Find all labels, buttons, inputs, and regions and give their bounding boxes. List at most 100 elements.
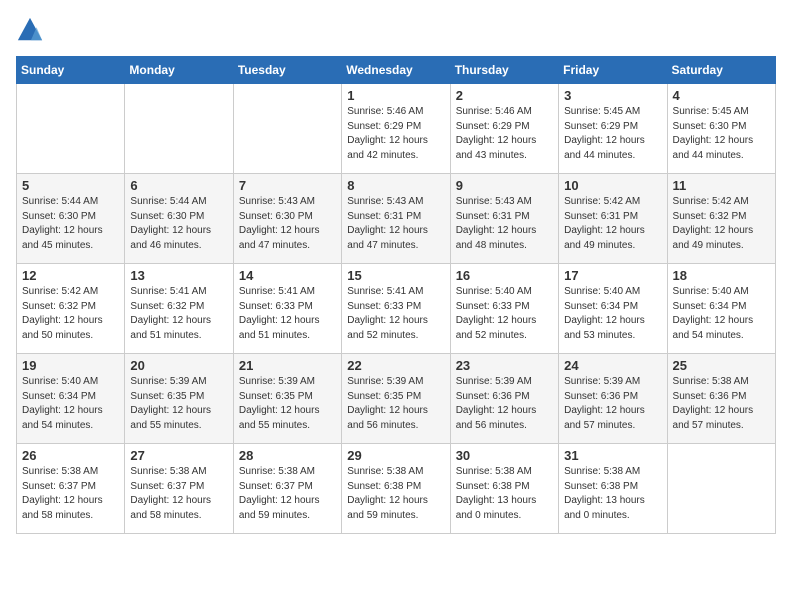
col-header-sunday: Sunday (17, 57, 125, 84)
day-number: 21 (239, 358, 336, 373)
col-header-monday: Monday (125, 57, 233, 84)
calendar-cell: 11 Sunrise: 5:42 AM Sunset: 6:32 PM Dayli… (667, 174, 775, 264)
calendar-cell: 9Sunrise: 5:43 AM Sunset: 6:31 PM Daylig… (450, 174, 558, 264)
day-number: 7 (239, 178, 336, 193)
day-number: 8 (347, 178, 444, 193)
calendar-cell: 23 Sunrise: 5:39 AM Sunset: 6:36 PM Dayli… (450, 354, 558, 444)
day-number: 30 (456, 448, 553, 463)
day-number: 11 (673, 178, 770, 193)
calendar-cell: 13Sunrise: 5:41 AM Sunset: 6:32 PM Dayli… (125, 264, 233, 354)
calendar-cell: 24 Sunrise: 5:39 AM Sunset: 6:36 PM Dayli… (559, 354, 667, 444)
calendar-cell: 17 Sunrise: 5:40 AM Sunset: 6:34 PM Dayli… (559, 264, 667, 354)
calendar-cell: 18 Sunrise: 5:40 AM Sunset: 6:34 PM Dayli… (667, 264, 775, 354)
cell-info: Sunrise: 5:40 AM Sunset: 6:34 PM Dayligh… (673, 285, 770, 343)
cell-info: Sunrise: 5:44 AM Sunset: 6:30 PM Dayligh… (130, 195, 227, 253)
day-number: 2 (456, 88, 553, 103)
calendar-cell: 26Sunrise: 5:38 AM Sunset: 6:37 PM Dayli… (17, 444, 125, 534)
day-number: 24 (564, 358, 661, 373)
cell-info: Sunrise: 5:38 AM Sunset: 6:37 PM Dayligh… (239, 465, 336, 523)
cell-info: Sunrise: 5:39 AM Sunset: 6:36 PM Dayligh… (456, 375, 553, 433)
calendar-cell: 28 Sunrise: 5:38 AM Sunset: 6:37 PM Dayli… (233, 444, 341, 534)
cell-info: Sunrise: 5:40 AM Sunset: 6:34 PM Dayligh… (22, 375, 119, 433)
cell-info: Sunrise: 5:41 AM Sunset: 6:32 PM Dayligh… (130, 285, 227, 343)
cell-info: Sunrise: 5:39 AM Sunset: 6:35 PM Dayligh… (239, 375, 336, 433)
day-number: 1 (347, 88, 444, 103)
cell-info: Sunrise: 5:46 AM Sunset: 6:29 PM Dayligh… (347, 105, 444, 163)
day-number: 12 (22, 268, 119, 283)
cell-info: Sunrise: 5:45 AM Sunset: 6:29 PM Dayligh… (564, 105, 661, 163)
calendar-cell: 22 Sunrise: 5:39 AM Sunset: 6:35 PM Dayli… (342, 354, 450, 444)
cell-info: Sunrise: 5:38 AM Sunset: 6:38 PM Dayligh… (347, 465, 444, 523)
calendar-cell: 27 Sunrise: 5:38 AM Sunset: 6:37 PM Dayli… (125, 444, 233, 534)
day-number: 28 (239, 448, 336, 463)
cell-info: Sunrise: 5:38 AM Sunset: 6:36 PM Dayligh… (673, 375, 770, 433)
cell-info: Sunrise: 5:40 AM Sunset: 6:33 PM Dayligh… (456, 285, 553, 343)
day-number: 17 (564, 268, 661, 283)
day-number: 25 (673, 358, 770, 373)
calendar-cell (667, 444, 775, 534)
calendar-cell: 6 Sunrise: 5:44 AM Sunset: 6:30 PM Daylig… (125, 174, 233, 264)
cell-info: Sunrise: 5:38 AM Sunset: 6:37 PM Dayligh… (130, 465, 227, 523)
cell-info: Sunrise: 5:42 AM Sunset: 6:32 PM Dayligh… (673, 195, 770, 253)
calendar-table: SundayMondayTuesdayWednesdayThursdayFrid… (16, 56, 776, 534)
col-header-saturday: Saturday (667, 57, 775, 84)
cell-info: Sunrise: 5:44 AM Sunset: 6:30 PM Dayligh… (22, 195, 119, 253)
cell-info: Sunrise: 5:38 AM Sunset: 6:38 PM Dayligh… (456, 465, 553, 523)
cell-info: Sunrise: 5:45 AM Sunset: 6:30 PM Dayligh… (673, 105, 770, 163)
calendar-cell: 12 Sunrise: 5:42 AM Sunset: 6:32 PM Dayli… (17, 264, 125, 354)
calendar-cell: 14 Sunrise: 5:41 AM Sunset: 6:33 PM Dayli… (233, 264, 341, 354)
calendar-cell: 31Sunrise: 5:38 AM Sunset: 6:38 PM Dayli… (559, 444, 667, 534)
col-header-friday: Friday (559, 57, 667, 84)
day-number: 16 (456, 268, 553, 283)
page-header (16, 16, 776, 44)
calendar-cell: 2 Sunrise: 5:46 AM Sunset: 6:29 PM Daylig… (450, 84, 558, 174)
calendar-cell: 3Sunrise: 5:45 AM Sunset: 6:29 PM Daylig… (559, 84, 667, 174)
cell-info: Sunrise: 5:46 AM Sunset: 6:29 PM Dayligh… (456, 105, 553, 163)
cell-info: Sunrise: 5:39 AM Sunset: 6:36 PM Dayligh… (564, 375, 661, 433)
calendar-cell: 4 Sunrise: 5:45 AM Sunset: 6:30 PM Daylig… (667, 84, 775, 174)
logo-icon (16, 16, 44, 44)
calendar-cell (17, 84, 125, 174)
day-number: 20 (130, 358, 227, 373)
calendar-cell: 8 Sunrise: 5:43 AM Sunset: 6:31 PM Daylig… (342, 174, 450, 264)
calendar-cell: 7 Sunrise: 5:43 AM Sunset: 6:30 PM Daylig… (233, 174, 341, 264)
day-number: 29 (347, 448, 444, 463)
day-number: 10 (564, 178, 661, 193)
day-number: 6 (130, 178, 227, 193)
cell-info: Sunrise: 5:39 AM Sunset: 6:35 PM Dayligh… (130, 375, 227, 433)
calendar-cell: 10 Sunrise: 5:42 AM Sunset: 6:31 PM Dayli… (559, 174, 667, 264)
col-header-tuesday: Tuesday (233, 57, 341, 84)
cell-info: Sunrise: 5:42 AM Sunset: 6:32 PM Dayligh… (22, 285, 119, 343)
cell-info: Sunrise: 5:43 AM Sunset: 6:30 PM Dayligh… (239, 195, 336, 253)
day-number: 26 (22, 448, 119, 463)
calendar-cell: 15 Sunrise: 5:41 AM Sunset: 6:33 PM Dayli… (342, 264, 450, 354)
calendar-cell: 21 Sunrise: 5:39 AM Sunset: 6:35 PM Dayli… (233, 354, 341, 444)
cell-info: Sunrise: 5:43 AM Sunset: 6:31 PM Dayligh… (347, 195, 444, 253)
day-number: 23 (456, 358, 553, 373)
day-number: 18 (673, 268, 770, 283)
calendar-cell: 16 Sunrise: 5:40 AM Sunset: 6:33 PM Dayli… (450, 264, 558, 354)
calendar-cell (125, 84, 233, 174)
day-number: 22 (347, 358, 444, 373)
day-number: 4 (673, 88, 770, 103)
cell-info: Sunrise: 5:41 AM Sunset: 6:33 PM Dayligh… (347, 285, 444, 343)
cell-info: Sunrise: 5:39 AM Sunset: 6:35 PM Dayligh… (347, 375, 444, 433)
calendar-cell (233, 84, 341, 174)
calendar-cell: 25 Sunrise: 5:38 AM Sunset: 6:36 PM Dayli… (667, 354, 775, 444)
calendar-cell: 5Sunrise: 5:44 AM Sunset: 6:30 PM Daylig… (17, 174, 125, 264)
calendar-cell: 29 Sunrise: 5:38 AM Sunset: 6:38 PM Dayli… (342, 444, 450, 534)
logo (16, 16, 46, 44)
calendar-cell: 30 Sunrise: 5:38 AM Sunset: 6:38 PM Dayli… (450, 444, 558, 534)
day-number: 14 (239, 268, 336, 283)
calendar-cell: 20 Sunrise: 5:39 AM Sunset: 6:35 PM Dayli… (125, 354, 233, 444)
calendar-cell: 1 Sunrise: 5:46 AM Sunset: 6:29 PM Daylig… (342, 84, 450, 174)
day-number: 27 (130, 448, 227, 463)
day-number: 9 (456, 178, 553, 193)
cell-info: Sunrise: 5:40 AM Sunset: 6:34 PM Dayligh… (564, 285, 661, 343)
day-number: 19 (22, 358, 119, 373)
cell-info: Sunrise: 5:42 AM Sunset: 6:31 PM Dayligh… (564, 195, 661, 253)
col-header-wednesday: Wednesday (342, 57, 450, 84)
day-number: 31 (564, 448, 661, 463)
cell-info: Sunrise: 5:41 AM Sunset: 6:33 PM Dayligh… (239, 285, 336, 343)
day-number: 15 (347, 268, 444, 283)
